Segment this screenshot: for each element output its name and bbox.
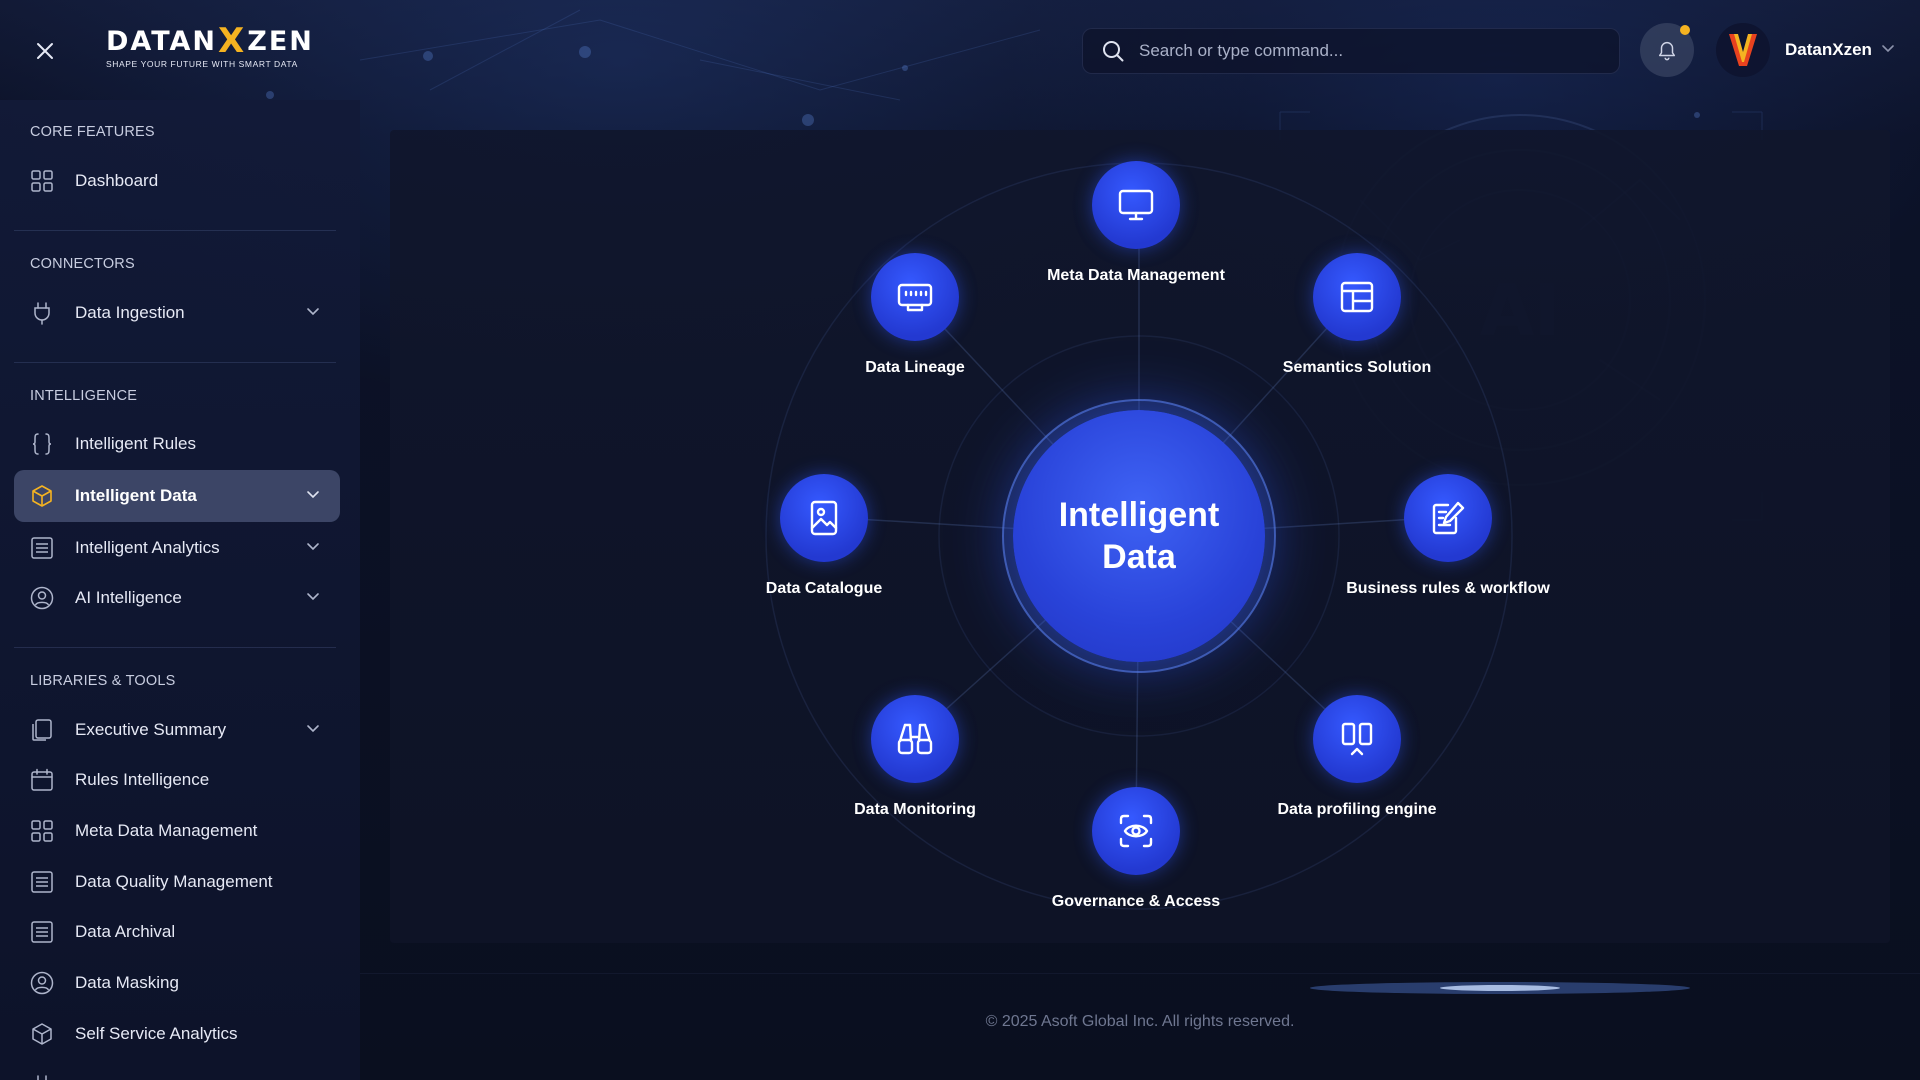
hub-node-bubble[interactable] — [1092, 787, 1180, 875]
hub-node-label: Governance & Access — [1051, 893, 1221, 910]
hub-node-bubble[interactable] — [1092, 161, 1180, 249]
hub-node-meta-data-management[interactable]: Meta Data Management — [1016, 161, 1256, 285]
hub-connections — [765, 162, 1513, 910]
hub-node-label: Data Lineage — [865, 359, 965, 376]
hub-center-intelligent-data: Intelligent Data — [1013, 410, 1265, 662]
monitor-icon — [1118, 189, 1154, 221]
hub-node-bubble[interactable] — [1313, 695, 1401, 783]
hub-node-data-monitoring[interactable]: Data Monitoring — [795, 695, 1035, 819]
image-icon — [810, 500, 838, 536]
hub-node-label: Data Catalogue — [765, 580, 883, 597]
hub-node-data-catalogue[interactable]: Data Catalogue — [704, 474, 944, 598]
hub-node-data-lineage[interactable]: Data Lineage — [795, 253, 1035, 377]
hub-node-label: Meta Data Management — [1047, 267, 1225, 284]
hub-node-label: Data Monitoring — [854, 801, 976, 818]
columns-icon — [1341, 722, 1373, 756]
hub-node-semantics-solution[interactable]: Semantics Solution — [1237, 253, 1477, 377]
hub-node-label: Data profiling engine — [1277, 801, 1437, 818]
hub-node-label: Semantics Solution — [1282, 359, 1432, 376]
hub-center-line-1: Intelligent — [1058, 496, 1220, 534]
footer-copyright: © 2025 Asoft Global Inc. All rights rese… — [985, 1013, 1295, 1030]
hub-node-label: Business rules & workflow — [1346, 580, 1550, 597]
footer-divider — [360, 973, 1920, 974]
hub-node-bubble[interactable] — [871, 695, 959, 783]
hub-node-bubble[interactable] — [1404, 474, 1492, 562]
hub-node-bubble[interactable] — [871, 253, 959, 341]
edit-note-icon — [1432, 501, 1465, 535]
binoculars-icon — [897, 723, 933, 755]
layout-icon — [1340, 281, 1374, 313]
hub-node-bubble[interactable] — [780, 474, 868, 562]
hub-center-line-2: Data — [1102, 538, 1176, 576]
eye-scan-icon — [1119, 814, 1153, 848]
hub-node-business-rules-workflow[interactable]: Business rules & workflow — [1328, 474, 1568, 598]
hub-node-governance-access[interactable]: Governance & Access — [1016, 787, 1256, 911]
hub-node-bubble[interactable] — [1313, 253, 1401, 341]
hub-node-data-profiling-engine[interactable]: Data profiling engine — [1237, 695, 1477, 819]
ethernet-icon — [897, 283, 933, 312]
